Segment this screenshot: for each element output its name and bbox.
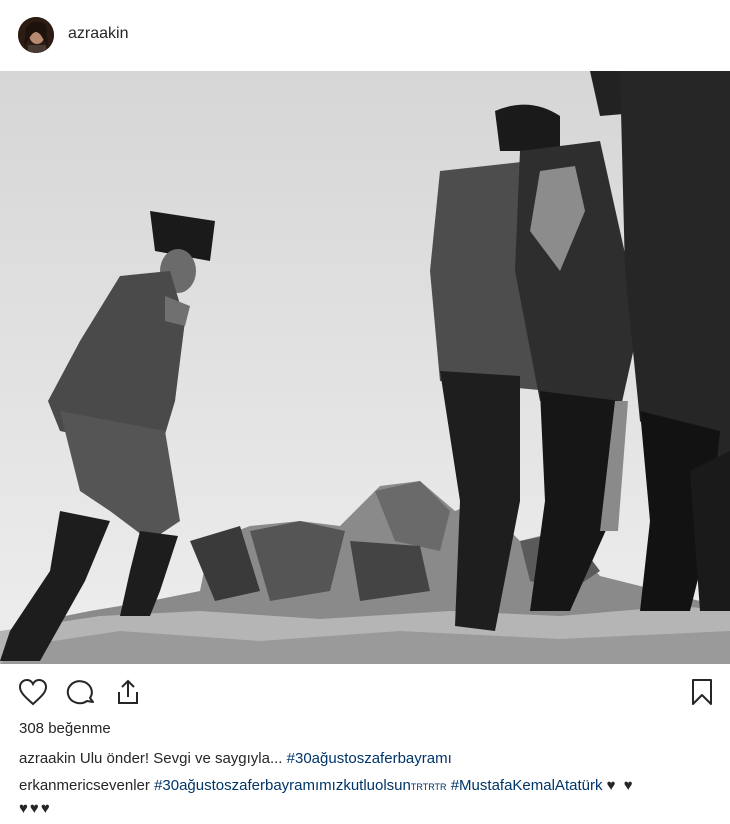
post-header: azraakin xyxy=(0,0,730,71)
avatar[interactable] xyxy=(18,17,54,53)
comment-hashtag[interactable]: #MustafaKemalAtatürk xyxy=(451,777,603,794)
comment-hashtag[interactable]: #30ağustoszaferbayramı xyxy=(287,750,452,767)
comment-small-text: TRTRTR xyxy=(410,782,447,792)
comment-username[interactable]: azraakin xyxy=(19,750,76,767)
likes-count[interactable]: 308 beğenme xyxy=(19,720,111,737)
heart-emoji-icon: ♥ ♥ xyxy=(606,777,635,794)
instagram-post: azraakin 308 beğenme azraakin Ulu önder!… xyxy=(0,0,730,824)
comment-text: Ulu önder! Sevgi ve saygıyla... xyxy=(79,750,283,767)
speech-bubble-icon[interactable] xyxy=(66,678,96,711)
bookmark-icon[interactable] xyxy=(690,678,714,711)
avatar-image xyxy=(18,17,54,53)
comment-hashtag[interactable]: #30ağustoszaferbayramımızkutluolsun xyxy=(154,777,411,794)
post-actions-bar xyxy=(0,674,730,714)
historical-photo-image xyxy=(0,71,730,664)
comment-item: azraakin Ulu önder! Sevgi ve saygıyla...… xyxy=(19,748,452,770)
comment-username[interactable]: erkanmericsevenler xyxy=(19,777,150,794)
comment-item: erkanmericsevenler #30ağustoszaferbayram… xyxy=(19,775,719,820)
post-username[interactable]: azraakin xyxy=(68,25,128,43)
share-upload-icon[interactable] xyxy=(114,678,142,711)
heart-outline-icon[interactable] xyxy=(18,678,48,711)
heart-emoji-icon: ♥♥♥ xyxy=(19,800,52,817)
post-photo[interactable] xyxy=(0,71,730,664)
